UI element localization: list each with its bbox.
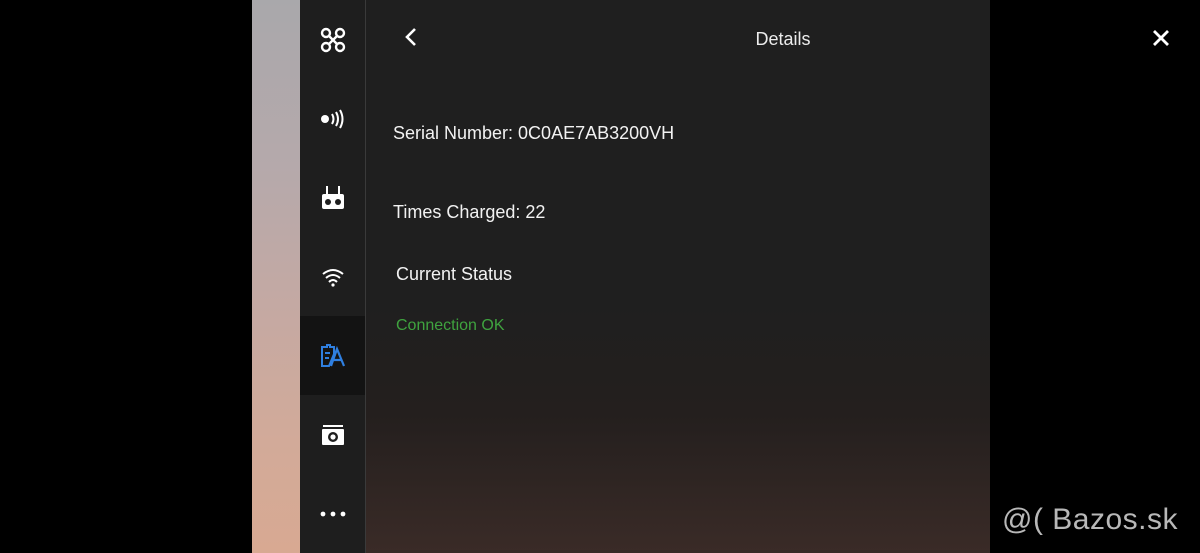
more-icon bbox=[320, 511, 346, 517]
sidebar-item-battery[interactable] bbox=[300, 316, 365, 395]
battery-icon bbox=[320, 343, 346, 368]
right-letterbox bbox=[990, 0, 1200, 553]
signal-icon bbox=[319, 109, 347, 129]
sidebar-item-aircraft[interactable] bbox=[300, 0, 365, 79]
close-icon bbox=[1152, 29, 1170, 52]
sidebar-item-signal[interactable] bbox=[300, 79, 365, 158]
sidebar-item-more[interactable] bbox=[300, 474, 365, 553]
wifi-icon bbox=[321, 267, 345, 287]
camera-icon bbox=[321, 423, 345, 447]
sidebar-item-camera[interactable] bbox=[300, 395, 365, 474]
left-letterbox bbox=[0, 0, 252, 553]
sidebar-item-remote-controller[interactable] bbox=[300, 158, 365, 237]
sidebar-item-wifi[interactable] bbox=[300, 237, 365, 316]
current-status-heading: Current Status bbox=[396, 264, 513, 284]
status-badge: Connection OK bbox=[396, 317, 505, 334]
settings-sidebar bbox=[300, 0, 366, 553]
remote-controller-icon bbox=[321, 185, 345, 211]
details-panel: Details Serial Number: 0C0AE7AB3200VH Ti… bbox=[366, 0, 990, 553]
watermark-text: @( Bazos.sk bbox=[1002, 503, 1178, 536]
camera-view-strip bbox=[252, 0, 300, 553]
times-charged-text: Times Charged: 22 bbox=[393, 202, 546, 222]
close-button[interactable] bbox=[1147, 26, 1175, 54]
aircraft-icon bbox=[320, 27, 346, 53]
serial-number-text: Serial Number: 0C0AE7AB3200VH bbox=[393, 123, 675, 143]
